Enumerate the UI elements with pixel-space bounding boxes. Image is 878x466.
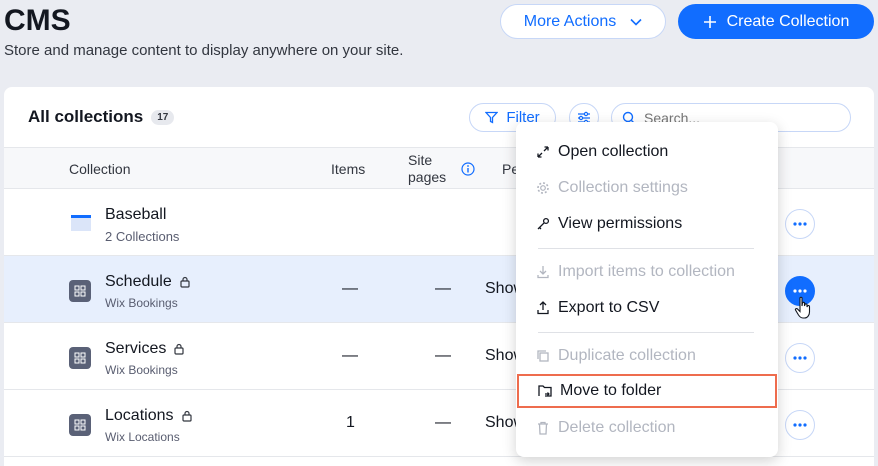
ellipsis-icon	[793, 289, 807, 293]
menu-item-label: Export to CSV	[558, 299, 660, 316]
export-icon	[537, 301, 549, 315]
app-collection-icon	[69, 280, 91, 302]
row-name-text: Schedule	[105, 273, 172, 290]
trash-icon	[538, 421, 548, 435]
row-site-pages: —	[435, 414, 451, 431]
key-icon	[537, 217, 550, 230]
create-collection-button[interactable]: Create Collection	[678, 4, 874, 39]
row-subtitle: 2 Collections	[105, 229, 180, 244]
menu-item-label: Collection settings	[558, 179, 688, 196]
more-actions-button[interactable]: More Actions	[500, 4, 666, 39]
page-subtitle: Store and manage content to display anyw…	[4, 42, 404, 59]
plus-icon	[703, 15, 716, 28]
row-items: —	[342, 347, 358, 364]
card-title: All collections 17	[28, 107, 175, 127]
app-collection-icon	[69, 414, 91, 436]
page-title: CMS	[4, 4, 71, 37]
app-collection-icon	[69, 347, 91, 369]
card-title-text: All collections	[28, 107, 144, 126]
row-name-text: Baseball	[105, 206, 167, 223]
menu-item-move-to-folder[interactable]: Move to folder	[517, 374, 777, 408]
filter-icon	[485, 111, 499, 124]
row-subtitle: Wix Locations	[105, 430, 180, 444]
collection-count-badge: 17	[151, 109, 175, 125]
column-site-pages-line2: pages	[408, 169, 447, 185]
column-items[interactable]: Items	[331, 161, 365, 177]
row-name: Schedule	[105, 273, 190, 291]
row-name-text: Locations	[105, 407, 174, 424]
menu-divider	[538, 332, 754, 333]
import-icon	[537, 266, 549, 279]
ellipsis-icon	[793, 222, 807, 226]
row-name: Services	[105, 340, 184, 358]
gear-icon	[537, 182, 549, 194]
menu-item-duplicate-collection: Duplicate collection	[516, 339, 778, 373]
row-name-text: Services	[105, 340, 167, 357]
ellipsis-icon	[793, 356, 807, 360]
chevron-down-icon	[630, 18, 642, 26]
more-actions-label: More Actions	[523, 12, 617, 30]
row-more-actions-button[interactable]	[785, 209, 815, 239]
row-items: —	[342, 280, 358, 297]
row-items: 1	[346, 414, 355, 431]
column-collection[interactable]: Collection	[69, 161, 130, 177]
info-icon[interactable]	[461, 162, 475, 176]
ellipsis-icon	[793, 423, 807, 427]
lock-icon	[180, 276, 190, 288]
menu-item-export-csv[interactable]: Export to CSV	[516, 291, 778, 325]
menu-item-label: Import items to collection	[558, 263, 735, 280]
row-name: Locations	[105, 407, 192, 425]
row-site-pages: —	[435, 280, 451, 297]
menu-item-label: Duplicate collection	[558, 347, 696, 364]
row-subtitle: Wix Bookings	[105, 296, 178, 310]
lock-icon	[174, 343, 184, 355]
hand-cursor-icon	[794, 296, 811, 319]
row-actions-menu: Open collection Collection settings View…	[516, 122, 778, 457]
row-more-actions-button[interactable]	[785, 410, 815, 440]
row-more-actions-button[interactable]	[785, 343, 815, 373]
column-site-pages[interactable]: Site pages	[408, 152, 446, 186]
menu-item-open-collection[interactable]: Open collection	[516, 135, 778, 169]
menu-item-import-items: Import items to collection	[516, 255, 778, 289]
duplicate-icon	[537, 350, 549, 362]
row-site-pages: —	[435, 347, 451, 364]
menu-divider	[538, 248, 754, 249]
menu-item-collection-settings: Collection settings	[516, 171, 778, 205]
menu-item-label: Move to folder	[560, 382, 662, 399]
expand-icon	[537, 146, 549, 158]
row-subtitle: Wix Bookings	[105, 363, 178, 377]
menu-item-view-permissions[interactable]: View permissions	[516, 207, 778, 241]
folder-icon	[71, 215, 91, 231]
row-name: Baseball	[105, 206, 166, 224]
folder-move-icon	[538, 385, 552, 397]
create-collection-label: Create Collection	[726, 12, 850, 30]
menu-item-delete-collection: Delete collection	[516, 411, 778, 445]
menu-item-label: View permissions	[558, 215, 683, 232]
column-site-pages-line1: Site	[408, 152, 433, 168]
menu-item-label: Delete collection	[558, 419, 676, 436]
menu-item-label: Open collection	[558, 143, 669, 160]
lock-icon	[181, 410, 192, 422]
